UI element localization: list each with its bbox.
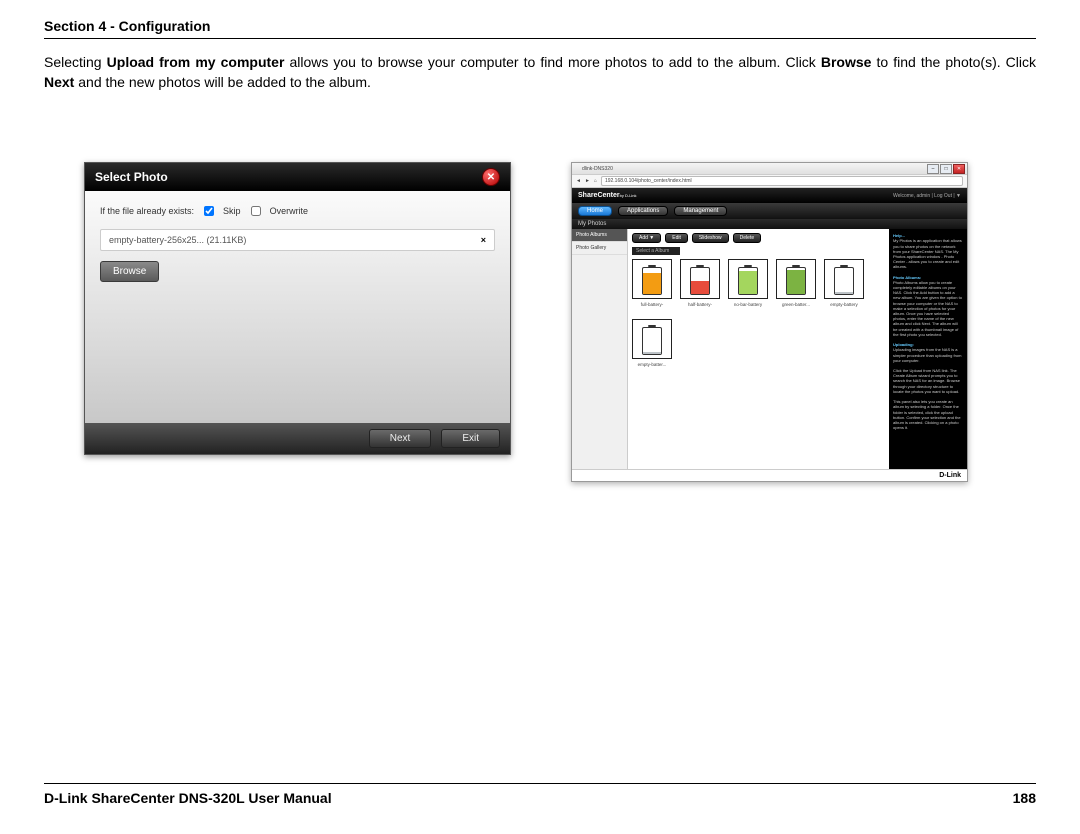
- overwrite-label: Overwrite: [270, 206, 309, 216]
- thumb-label: half-battery-: [680, 302, 720, 307]
- nav-applications[interactable]: Applications: [618, 206, 668, 216]
- file-exists-row: If the file already exists: Skip Overwri…: [100, 203, 495, 219]
- selected-file-box: empty-battery-256x25... (21.11KB) ×: [100, 229, 495, 251]
- dialog-footer: Next Exit: [85, 423, 510, 454]
- select-photo-dialog: Select Photo ✕ If the file already exist…: [84, 162, 511, 455]
- url-text: 192.168.0.104/photo_center/index.html: [605, 178, 692, 184]
- skip-label: Skip: [223, 206, 241, 216]
- help-text-3: Uploading images from the NAS is a simpl…: [893, 347, 963, 363]
- nav-management[interactable]: Management: [674, 206, 727, 216]
- photo-thumbnail[interactable]: [632, 319, 672, 359]
- section-title: Section 4 - Configuration: [44, 18, 1036, 34]
- photo-thumbnail[interactable]: [680, 259, 720, 299]
- main-nav: Home Applications Management: [572, 203, 967, 219]
- photo-thumbnail[interactable]: [824, 259, 864, 299]
- window-close-icon[interactable]: ✕: [953, 164, 965, 174]
- close-icon: ✕: [487, 172, 495, 183]
- body-text-4: and the new photos will be added to the …: [74, 74, 371, 90]
- thumb-label: no-bar-battery: [728, 302, 768, 307]
- delete-button[interactable]: Delete: [733, 233, 761, 243]
- window-controls: – □ ✕: [927, 164, 965, 174]
- thumb-label: empty-battery: [824, 302, 864, 307]
- thumb-label: green-batter...: [776, 302, 816, 307]
- subheader: My Photos: [572, 219, 967, 229]
- body-bold-3: Next: [44, 74, 74, 90]
- album-name-label: Select a Album: [632, 247, 680, 255]
- photo-thumbnail[interactable]: [776, 259, 816, 299]
- help-text-1: My Photos is an application that allows …: [893, 238, 963, 269]
- photo-thumbnail[interactable]: [632, 259, 672, 299]
- remove-file-button[interactable]: ×: [481, 235, 486, 245]
- sidebar-item-albums[interactable]: Photo Albums: [572, 229, 627, 242]
- brand-sub: by D-Link: [620, 193, 637, 198]
- dialog-body: If the file already exists: Skip Overwri…: [85, 191, 510, 423]
- nav-back-icon[interactable]: ◄: [576, 178, 581, 184]
- dialog-titlebar: Select Photo ✕: [85, 163, 510, 191]
- sharecenter-header: ShareCenterby D-Link Welcome, admin | Lo…: [572, 188, 967, 203]
- body-bold-1: Upload from my computer: [107, 54, 285, 70]
- main-panel: Add ▼ Edit Slideshow Delete Select a Alb…: [628, 229, 889, 469]
- thumb-label: full-battery-: [632, 302, 672, 307]
- url-field[interactable]: 192.168.0.104/photo_center/index.html: [601, 176, 963, 186]
- thumbnail-grid: full-battery-half-battery-no-bar-battery…: [632, 259, 885, 371]
- body-text-3: to find the photo(s). Click: [871, 54, 1036, 70]
- browser-window: dlink-DNS320 – □ ✕ ◄ ► ⌂ 192.168.0.104/p…: [571, 162, 968, 482]
- help-panel: Help... My Photos is an application that…: [889, 229, 967, 469]
- edit-button[interactable]: Edit: [665, 233, 688, 243]
- welcome-text[interactable]: Welcome, admin | Log Out | ▼: [893, 193, 961, 199]
- dialog-title-text: Select Photo: [95, 170, 168, 184]
- exists-label: If the file already exists:: [100, 206, 194, 216]
- thumb-label: empty-batter...: [632, 362, 672, 367]
- divider-top: [44, 38, 1036, 39]
- photo-thumbnail[interactable]: [728, 259, 768, 299]
- body-bold-2: Browse: [821, 54, 872, 70]
- overwrite-checkbox[interactable]: [251, 206, 261, 216]
- file-name: empty-battery-256x25... (21.11KB): [109, 235, 246, 245]
- sharecenter-footer: D-Link: [572, 469, 967, 481]
- footer-product: D-Link ShareCenter DNS-320L User Manual: [44, 790, 332, 806]
- address-bar: ◄ ► ⌂ 192.168.0.104/photo_center/index.h…: [572, 175, 967, 188]
- add-button[interactable]: Add ▼: [632, 233, 661, 243]
- nav-fwd-icon[interactable]: ►: [585, 178, 590, 184]
- home-icon[interactable]: ⌂: [594, 178, 597, 184]
- album-toolbar: Add ▼ Edit Slideshow Delete: [632, 233, 885, 243]
- body-text-2: allows you to browse your computer to fi…: [284, 54, 820, 70]
- exit-button[interactable]: Exit: [441, 429, 500, 448]
- nav-home[interactable]: Home: [578, 206, 612, 216]
- footer-page: 188: [1013, 790, 1036, 806]
- page-footer: D-Link ShareCenter DNS-320L User Manual …: [44, 776, 1036, 806]
- skip-checkbox[interactable]: [204, 206, 214, 216]
- body-text-1: Selecting: [44, 54, 107, 70]
- maximize-icon[interactable]: □: [940, 164, 952, 174]
- browse-button[interactable]: Browse: [100, 261, 159, 282]
- divider-bottom: [44, 783, 1036, 784]
- brand: ShareCenter: [578, 192, 620, 199]
- help-text-5: This panel also lets you create an album…: [893, 399, 963, 430]
- help-text-4: Click the Upload from NAS link. The Crea…: [893, 368, 963, 394]
- sharecenter-body: Photo Albums Photo Gallery Add ▼ Edit Sl…: [572, 229, 967, 469]
- sidebar-item-gallery[interactable]: Photo Gallery: [572, 242, 627, 255]
- next-button[interactable]: Next: [369, 429, 432, 448]
- sidebar: Photo Albums Photo Gallery: [572, 229, 628, 469]
- screenshots-row: Select Photo ✕ If the file already exist…: [44, 162, 1036, 482]
- close-button[interactable]: ✕: [482, 168, 500, 186]
- minimize-icon[interactable]: –: [927, 164, 939, 174]
- help-text-2: Photo Albums allow you to create complet…: [893, 280, 963, 337]
- slideshow-button[interactable]: Slideshow: [692, 233, 729, 243]
- body-paragraph: Selecting Upload from my computer allows…: [44, 53, 1036, 92]
- window-chrome: dlink-DNS320 – □ ✕: [572, 163, 967, 175]
- tab-label[interactable]: dlink-DNS320: [574, 166, 613, 172]
